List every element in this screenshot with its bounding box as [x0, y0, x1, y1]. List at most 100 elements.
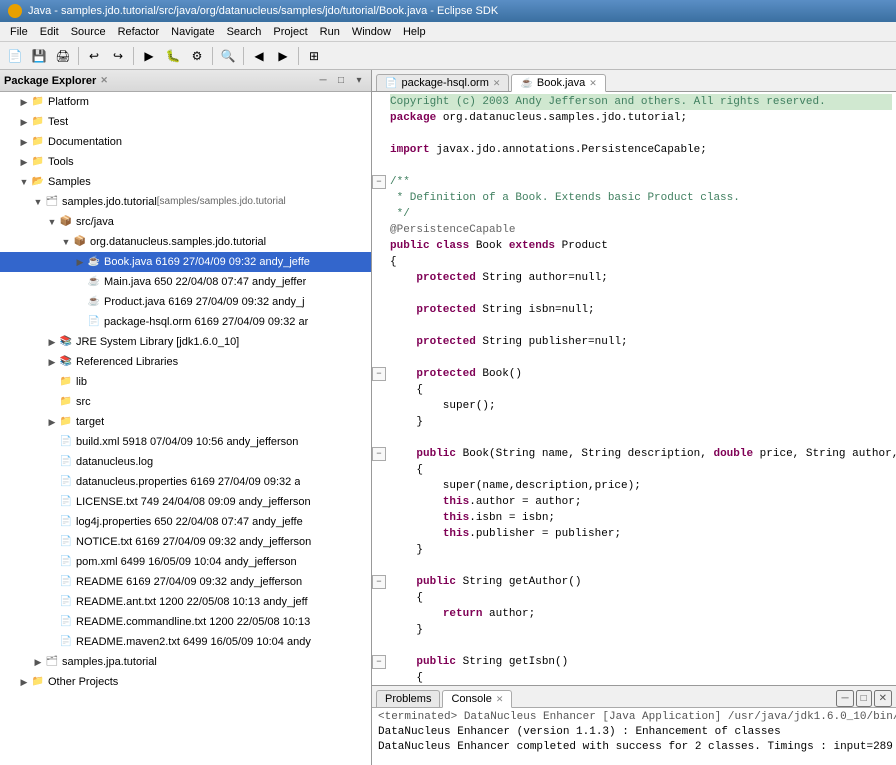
folder-icon-documentation: 📁 [30, 135, 46, 149]
close-bottom-button[interactable]: ✕ [874, 690, 892, 707]
fold-button-constructor[interactable]: − [372, 367, 386, 381]
console-output[interactable]: <terminated> DataNucleus Enhancer [Java … [372, 708, 896, 765]
tree-label-ref-lib: Referenced Libraries [76, 353, 178, 371]
fold-button-jdoc[interactable]: − [372, 175, 386, 189]
code-line-super-call: super(); [372, 398, 896, 414]
panel-header-buttons: ─ □ ▾ [315, 73, 367, 89]
tree-item-other-projects[interactable]: ▶ 📁 Other Projects [0, 672, 371, 692]
tree-item-target-folder[interactable]: ▶ 📁 target [0, 412, 371, 432]
tab-close-package-hsql[interactable]: ✕ [493, 78, 501, 89]
menu-search[interactable]: Search [221, 25, 268, 39]
tree-item-build-xml[interactable]: ▶ 📄 build.xml 5918 07/04/09 10:56 andy_j… [0, 432, 371, 452]
tree-item-test[interactable]: ▶ 📁 Test [0, 112, 371, 132]
tree-item-samples-jdo[interactable]: ▼ 🗂 samples.jdo.tutorial [samples/sample… [0, 192, 371, 212]
code-text-class-decl: public class Book extends Product [390, 238, 608, 254]
fold-button-getauthor[interactable]: − [372, 575, 386, 589]
tree-item-product-java[interactable]: ▶ ☕ Product.java 6169 27/04/09 09:32 and… [0, 292, 371, 312]
tree-item-platform[interactable]: ▶ 📁 Platform [0, 92, 371, 112]
tab-package-hsql[interactable]: 📄 package-hsql.orm ✕ [376, 74, 509, 91]
toolbar-separator-2 [133, 47, 134, 65]
prev-button[interactable]: ◀ [248, 45, 270, 67]
package-explorer-header: Package Explorer ✕ ─ □ ▾ [0, 70, 371, 92]
tree-item-book-java[interactable]: ▶ ☕ Book.java 6169 27/04/09 09:32 andy_j… [0, 252, 371, 272]
new-button[interactable]: 📄 [4, 45, 26, 67]
tab-close-book-java[interactable]: ✕ [589, 78, 597, 89]
tree-item-readme-ant[interactable]: ▶ 📄 README.ant.txt 1200 22/05/08 10:13 a… [0, 592, 371, 612]
code-line-this-publisher: this.publisher = publisher; [372, 526, 896, 542]
tree-item-org-package[interactable]: ▼ 📦 org.datanucleus.samples.jdo.tutorial [0, 232, 371, 252]
tree-item-src-folder[interactable]: ▶ 📁 src [0, 392, 371, 412]
tab-close-console[interactable]: ✕ [496, 694, 504, 705]
save-button[interactable]: 💾 [28, 45, 50, 67]
next-button[interactable]: ▶ [272, 45, 294, 67]
menu-source[interactable]: Source [65, 25, 112, 39]
minimize-bottom-button[interactable]: ─ [836, 690, 853, 707]
tree-item-ref-lib[interactable]: ▶ 📚 Referenced Libraries [0, 352, 371, 372]
code-line-constructor-full: − public Book(String name, String descri… [372, 446, 896, 462]
code-text-annotation: @PersistenceCapable [390, 222, 515, 238]
tree-item-readme-maven[interactable]: ▶ 📄 README.maven2.txt 6499 16/05/09 10:0… [0, 632, 371, 652]
code-line-cons-close: } [372, 414, 896, 430]
tree-item-notice-txt[interactable]: ▶ 📄 NOTICE.txt 6169 27/04/09 09:32 andy_… [0, 532, 371, 552]
fold-button-getisbn[interactable]: − [372, 655, 386, 669]
tree-item-samples-jpa[interactable]: ▶ 🗂 samples.jpa.tutorial [0, 652, 371, 672]
code-text-jdoc-open: /** [390, 174, 410, 190]
tree-item-pom-xml[interactable]: ▶ 📄 pom.xml 6499 16/05/09 10:04 andy_jef… [0, 552, 371, 572]
tab-book-java[interactable]: ☕ Book.java ✕ [511, 74, 605, 92]
tree-item-license-txt[interactable]: ▶ 📄 LICENSE.txt 749 24/04/08 09:09 andy_… [0, 492, 371, 512]
tree-item-tools[interactable]: ▶ 📁 Tools [0, 152, 371, 172]
tree-item-datanucleus-props[interactable]: ▶ 📄 datanucleus.properties 6169 27/04/09… [0, 472, 371, 492]
package-explorer-tree: ▶ 📁 Platform ▶ 📁 Test ▶ 📁 Documentation … [0, 92, 371, 765]
tree-item-lib-folder[interactable]: ▶ 📁 lib [0, 372, 371, 392]
tree-item-readme-cmd[interactable]: ▶ 📄 README.commandline.txt 1200 22/05/08… [0, 612, 371, 632]
fold-button-constructor-full[interactable]: − [372, 447, 386, 461]
code-line-this-isbn: this.isbn = isbn; [372, 510, 896, 526]
tree-item-log4j-props[interactable]: ▶ 📄 log4j.properties 650 22/04/08 07:47 … [0, 512, 371, 532]
menu-help[interactable]: Help [397, 25, 432, 39]
view-menu-button[interactable]: ▾ [351, 73, 367, 89]
tree-item-documentation[interactable]: ▶ 📁 Documentation [0, 132, 371, 152]
maximize-view-button[interactable]: □ [333, 73, 349, 89]
undo-button[interactable]: ↩ [83, 45, 105, 67]
redo-button[interactable]: ↪ [107, 45, 129, 67]
menu-file[interactable]: File [4, 25, 34, 39]
srcfolder-icon: 📦 [58, 215, 74, 229]
perspective-button[interactable]: ⊞ [303, 45, 325, 67]
external-tools-button[interactable]: ⚙ [186, 45, 208, 67]
menu-window[interactable]: Window [346, 25, 397, 39]
tab-problems[interactable]: Problems [376, 690, 440, 707]
package-explorer-tab-indicator: ✕ [100, 75, 108, 86]
code-line-blank2 [372, 158, 896, 174]
menu-refactor[interactable]: Refactor [112, 25, 166, 39]
tree-label-license-txt: LICENSE.txt 749 24/04/08 09:09 andy_jeff… [76, 493, 311, 511]
tree-item-jre-lib[interactable]: ▶ 📚 JRE System Library [jdk1.6.0_10] [0, 332, 371, 352]
code-line-gi-open: { [372, 670, 896, 685]
search-button[interactable]: 🔍 [217, 45, 239, 67]
bottom-tab-buttons: ─ □ ✕ [836, 690, 892, 707]
menu-project[interactable]: Project [267, 25, 313, 39]
tree-item-package-orm[interactable]: ▶ 📄 package-hsql.orm 6169 27/04/09 09:32… [0, 312, 371, 332]
txt-file-icon-readme-cmd: 📄 [58, 615, 74, 629]
menu-bar: File Edit Source Refactor Navigate Searc… [0, 22, 896, 42]
expand-arrow-test: ▶ [18, 116, 30, 128]
run-button[interactable]: ▶ [138, 45, 160, 67]
tree-label-readme-cmd: README.commandline.txt 1200 22/05/08 10:… [76, 613, 310, 631]
tree-item-datanucleus-log[interactable]: ▶ 📄 datanucleus.log [0, 452, 371, 472]
print-button[interactable]: 🖨 [52, 45, 74, 67]
tree-item-readme[interactable]: ▶ 📄 README 6169 27/04/09 09:32 andy_jeff… [0, 572, 371, 592]
code-line-cons2-close: } [372, 542, 896, 558]
minimize-view-button[interactable]: ─ [315, 73, 331, 89]
debug-button[interactable]: 🐛 [162, 45, 184, 67]
code-line-blank8 [372, 638, 896, 654]
folder-icon-platform: 📁 [30, 95, 46, 109]
menu-run[interactable]: Run [314, 25, 346, 39]
tree-item-main-java[interactable]: ▶ ☕ Main.java 650 22/04/08 07:47 andy_je… [0, 272, 371, 292]
tab-console[interactable]: Console ✕ [442, 690, 512, 708]
console-line-2: DataNucleus Enhancer (version 1.1.3) : E… [378, 725, 890, 740]
code-editor[interactable]: Copyright (c) 2003 Andy Jefferson and ot… [372, 92, 896, 685]
tree-item-samples[interactable]: ▼ 📂 Samples [0, 172, 371, 192]
maximize-bottom-button[interactable]: □ [856, 690, 872, 707]
tree-item-src-java[interactable]: ▼ 📦 src/java [0, 212, 371, 232]
menu-navigate[interactable]: Navigate [165, 25, 220, 39]
menu-edit[interactable]: Edit [34, 25, 65, 39]
